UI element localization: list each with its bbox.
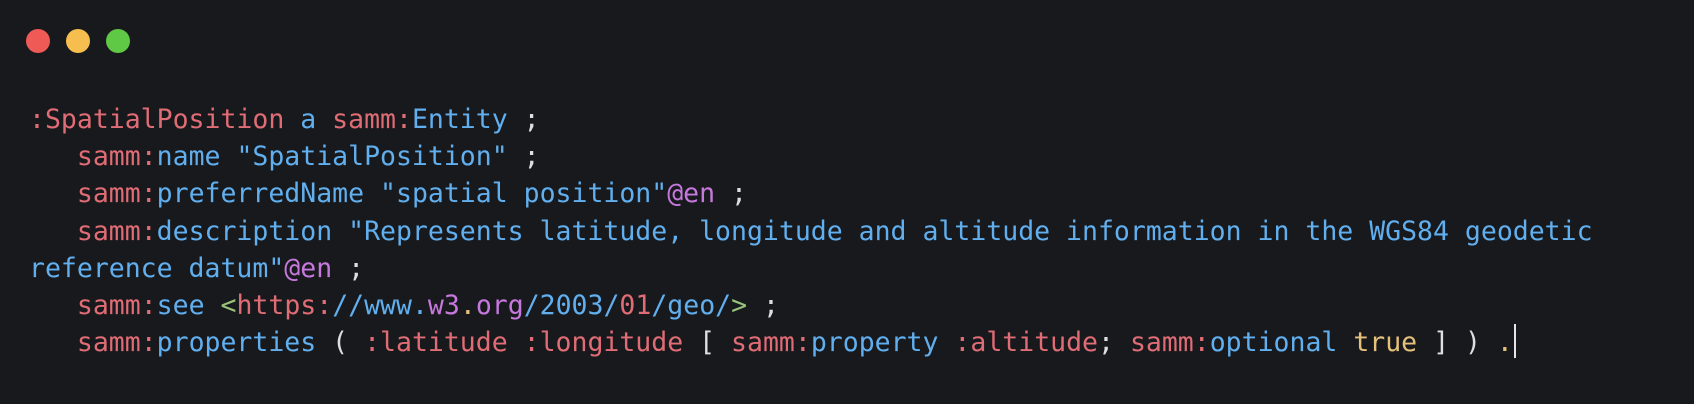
code-token-punct: [ (683, 327, 732, 359)
code-token-boolean: . (459, 289, 476, 321)
code-token-lang-tag: @en (284, 252, 333, 284)
code-token-lang-tag: @en (667, 178, 716, 210)
code-token-ident: /geo/ (651, 289, 732, 321)
code-token-lang-tag: w3 (427, 289, 460, 321)
code-token-boolean: true (1337, 327, 1418, 359)
code-line: samm:description "Represents latitude, l… (29, 213, 1593, 250)
code-token-keyword: :latitude :longitude (364, 327, 684, 359)
code-token-keyword: samm: (76, 289, 157, 321)
code-token-punct (29, 178, 77, 209)
code-token-string: "SpatialPosition" (220, 141, 508, 173)
code-token-punct (29, 216, 77, 247)
code-token-punct (29, 327, 77, 358)
code-token-ident: optional (1209, 327, 1338, 359)
code-token-ident: properties (156, 327, 317, 359)
code-token-punct: ; (715, 178, 748, 210)
code-token-boolean: . (1496, 327, 1513, 359)
code-line: samm:name "SpatialPosition" ; (29, 138, 1593, 175)
code-token-ident: //www. (332, 289, 428, 321)
code-token-url-bracket: < (220, 289, 237, 321)
code-token-punct (29, 290, 77, 321)
code-token-keyword: 01 (619, 289, 652, 321)
code-token-ident: see (156, 289, 221, 321)
code-token-keyword: https: (236, 289, 333, 321)
code-token-punct: ; (507, 104, 540, 135)
code-token-keyword: samm: (731, 327, 811, 359)
code-token-keyword: samm: (76, 327, 157, 359)
code-line: samm:properties ( :latitude :longitude [… (29, 324, 1593, 361)
code-line: :SpatialPosition a samm:Entity ; (29, 101, 1593, 138)
code-token-punct: ; (1098, 327, 1130, 359)
code-token-punct: ( (316, 327, 365, 359)
code-token-punct: ; (332, 252, 365, 284)
code-window: :SpatialPosition a samm:Entity ; samm:na… (0, 0, 1694, 404)
code-token-ident: name (156, 141, 221, 173)
code-token-punct (29, 141, 77, 172)
code-token-punct: ] ) (1417, 327, 1497, 359)
code-line: samm:see <https://www.w3.org/2003/01/geo… (29, 287, 1593, 324)
code-token-keyword: :SpatialPosition (29, 104, 285, 135)
code-token-ident: description (156, 215, 333, 247)
code-token-url-bracket: > (731, 289, 748, 321)
code-token-keyword: samm: (332, 104, 412, 135)
code-token-keyword: samm: (76, 178, 157, 210)
code-token-ident: preferredName (156, 178, 365, 210)
code-token-ident: Entity (411, 104, 508, 135)
minimize-button[interactable] (66, 29, 90, 53)
window-controls (26, 29, 130, 53)
zoom-button[interactable] (106, 29, 130, 53)
code-token-lang-tag: org (475, 289, 524, 321)
text-cursor (1513, 324, 1516, 359)
code-line: samm:preferredName "spatial position"@en… (29, 175, 1593, 212)
code-token-ident: property (810, 327, 939, 359)
code-token-ident: /2003/ (523, 289, 620, 321)
code-token-string: "Represents latitude, longitude and alti… (332, 215, 1593, 247)
close-button[interactable] (26, 29, 50, 53)
code-token-keyword: samm: (76, 215, 157, 247)
code-token-punct: ; (507, 141, 540, 173)
code-token-keyword: samm: (1129, 327, 1210, 359)
code-token-punct: ; (747, 289, 780, 321)
code-line: reference datum"@en ; (29, 250, 1593, 287)
code-token-string: "spatial position" (364, 178, 668, 210)
code-token-string: reference datum" (29, 252, 285, 284)
code-token-ident: a (284, 104, 333, 135)
code-editor[interactable]: :SpatialPosition a samm:Entity ; samm:na… (29, 101, 1593, 361)
code-token-keyword: :altitude (938, 327, 1099, 359)
code-token-keyword: samm: (76, 141, 157, 173)
